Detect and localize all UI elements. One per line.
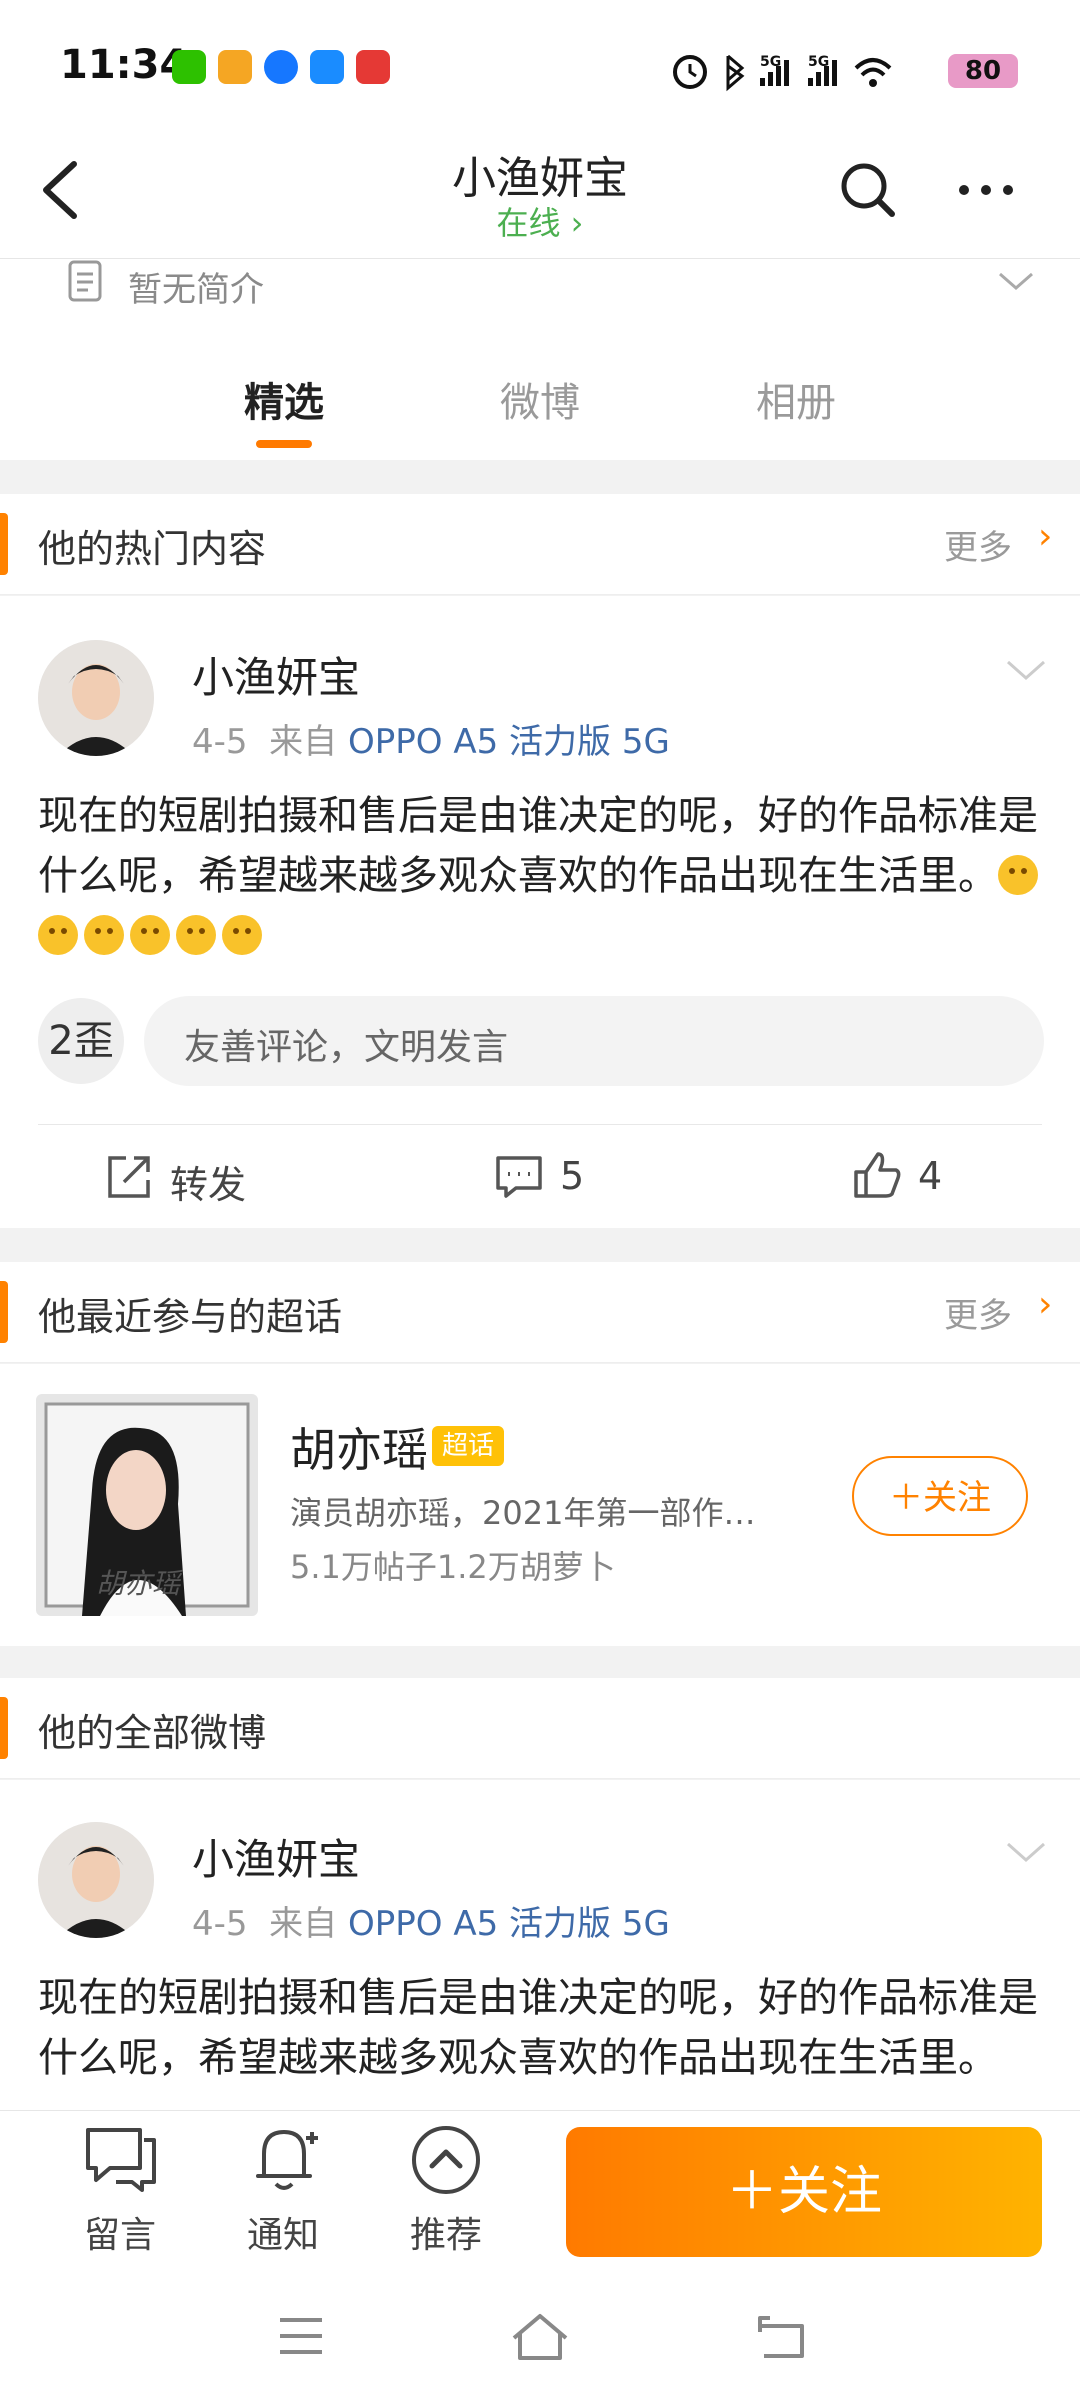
app-icon: [310, 50, 344, 84]
tab-weibo[interactable]: 微博: [500, 370, 580, 428]
status-time: 11:34: [60, 42, 188, 88]
comment-icon[interactable]: [494, 1154, 544, 1200]
notification-bell-icon[interactable]: [244, 2120, 324, 2200]
commenter-avatar: 2歪: [38, 998, 124, 1084]
comment-count[interactable]: 5: [560, 1154, 584, 1198]
post-text[interactable]: 现在的短剧拍摄和售后是由谁决定的呢，好的作品标准是什么呢，希望越来越多观众喜欢的…: [38, 1968, 1048, 2110]
more-link[interactable]: 更多: [944, 1288, 1012, 1337]
battery-indicator: 80: [948, 54, 1018, 88]
chevron-right-icon[interactable]: ›: [1038, 1284, 1052, 1325]
like-count[interactable]: 4: [918, 1154, 942, 1198]
like-icon[interactable]: [852, 1150, 902, 1200]
status-icons: 5G 5G: [673, 54, 892, 92]
search-icon[interactable]: [838, 160, 898, 220]
emoji-icon: [84, 915, 124, 955]
supertopic-name[interactable]: 胡亦瑶: [290, 1414, 428, 1480]
wechat-icon: [172, 50, 206, 84]
avatar[interactable]: [38, 640, 154, 756]
divider: [38, 1124, 1042, 1125]
supertopic-cover[interactable]: 胡亦瑶: [36, 1394, 258, 1616]
post-author[interactable]: 小渔妍宝: [192, 644, 360, 705]
supertopic-follow-button[interactable]: ＋关注: [852, 1456, 1028, 1536]
section-accent: [0, 513, 8, 575]
tab-selected[interactable]: 精选: [244, 370, 324, 428]
emoji-icon: [38, 915, 78, 955]
chevron-down-icon[interactable]: [1004, 1840, 1048, 1866]
video-app-icon: [356, 50, 390, 84]
online-status[interactable]: 在线 ›: [0, 198, 1080, 244]
home-icon[interactable]: [508, 2310, 572, 2364]
document-icon: [68, 260, 102, 302]
more-icon[interactable]: [956, 178, 1016, 202]
wifi-icon: [854, 58, 892, 70]
recommend-label[interactable]: 推荐: [381, 2206, 511, 2258]
section-accent: [0, 1281, 8, 1343]
profile-bio: 暂无简介: [128, 270, 264, 310]
comment-placeholder[interactable]: 友善评论，文明发言: [184, 1018, 508, 1070]
chevron-down-icon[interactable]: [996, 270, 1036, 294]
chevron-down-icon[interactable]: [1004, 658, 1048, 684]
tab-indicator: [256, 440, 312, 448]
post-author[interactable]: 小渔妍宝: [192, 1826, 360, 1887]
page-title: 小渔妍宝: [452, 153, 628, 204]
section-title: 他的热门内容: [38, 527, 267, 571]
supertopic-description: 演员胡亦瑶，2021年第一部作…: [290, 1494, 756, 1532]
post-text[interactable]: 现在的短剧拍摄和售后是由谁决定的呢，好的作品标准是什么呢，希望越来越多观众喜欢的…: [38, 786, 1048, 966]
follow-button[interactable]: ＋关注: [566, 2127, 1042, 2257]
section-title: 他最近参与的超话: [38, 1295, 343, 1339]
supertopic-stats: 5.1万帖子1.2万胡萝卜: [290, 1548, 616, 1586]
menu-icon[interactable]: [276, 2314, 326, 2358]
section-accent: [0, 1697, 8, 1759]
emoji-icon: [222, 915, 262, 955]
section-title: 他的全部微博: [38, 1711, 267, 1755]
chevron-right-icon[interactable]: ›: [1038, 516, 1052, 557]
emoji-icon: [998, 855, 1038, 895]
app-icon: [264, 50, 298, 84]
message-icon[interactable]: [80, 2120, 160, 2200]
supertopic-badge: 超话: [432, 1426, 504, 1466]
more-link[interactable]: 更多: [944, 520, 1012, 569]
tab-album[interactable]: 相册: [756, 370, 836, 428]
post-meta: 4-5 来自 OPPO A5 活力版 5G: [192, 722, 670, 762]
repost-label[interactable]: 转发: [170, 1154, 246, 1209]
weibo-icon: [218, 50, 252, 84]
avatar[interactable]: [38, 1822, 154, 1938]
emoji-icon: [176, 915, 216, 955]
emoji-icon: [130, 915, 170, 955]
recommend-icon[interactable]: [406, 2120, 486, 2200]
back-nav-icon[interactable]: [754, 2310, 810, 2364]
bluetooth-icon: [726, 54, 745, 92]
post-meta: 4-5 来自 OPPO A5 活力版 5G: [192, 1904, 670, 1944]
repost-icon[interactable]: [104, 1152, 154, 1202]
notify-label[interactable]: 通知: [218, 2206, 348, 2258]
cover-text: 胡亦瑶: [96, 1567, 181, 1600]
message-label[interactable]: 留言: [55, 2206, 185, 2258]
